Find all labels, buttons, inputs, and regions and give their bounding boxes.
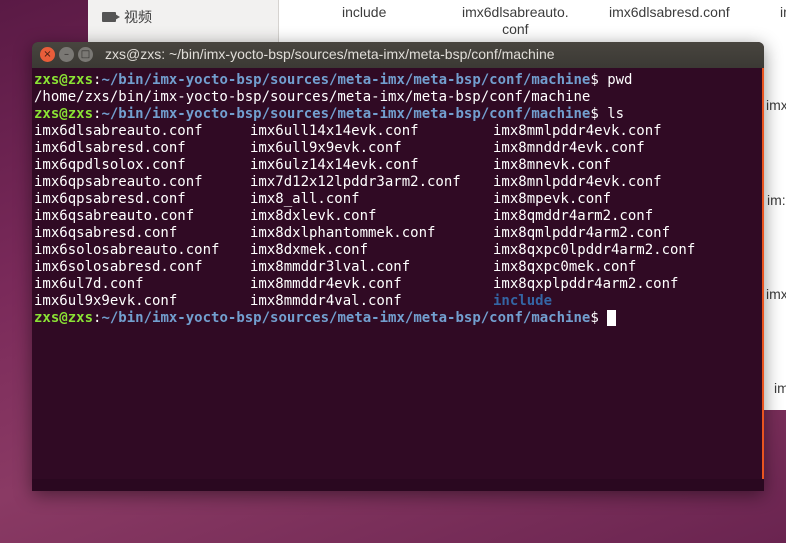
prompt-line: zxs@zxs:~/bin/imx-yocto-bsp/sources/meta… bbox=[34, 310, 760, 327]
file-entry: imx8mmddr4evk.conf bbox=[250, 276, 402, 292]
ls-row: imx6ul7d.conf imx8mmddr4evk.conf imx8qxplp… bbox=[34, 276, 760, 293]
ls-row: imx6ul9x9evk.conf imx8mmddr4val.conf inclu… bbox=[34, 293, 760, 310]
file-entry: imx6dlsabresd.conf bbox=[34, 140, 186, 156]
terminal-window[interactable]: × – □ zxs@zxs: ~/bin/imx-yocto-bsp/sourc… bbox=[32, 42, 764, 491]
file-item[interactable]: imx6dlsabresd.conf bbox=[609, 4, 730, 21]
sidebar-item-videos[interactable]: 视频 bbox=[102, 7, 152, 27]
ls-row: imx6dlsabreauto.conf imx6ull14x14evk.conf… bbox=[34, 123, 760, 140]
file-entry: imx7d12x12lpddr3arm2.conf bbox=[250, 174, 461, 190]
file-entry: imx8qxplpddr4arm2.conf bbox=[493, 276, 679, 292]
prompt-symbol: $ bbox=[590, 310, 599, 326]
ls-output: imx6dlsabreauto.conf imx6ull14x14evk.conf… bbox=[34, 123, 760, 310]
file-entry: imx8mmddr4val.conf bbox=[250, 293, 402, 309]
file-entry: imx8mnevk.conf bbox=[493, 157, 612, 173]
prompt-symbol: $ bbox=[590, 106, 599, 122]
file-entry: imx8mpevk.conf bbox=[493, 191, 612, 207]
file-entry: imx6qpdlsolox.conf bbox=[34, 157, 186, 173]
terminal-output[interactable]: zxs@zxs:~/bin/imx-yocto-bsp/sources/meta… bbox=[32, 68, 762, 479]
ls-row: imx6dlsabresd.conf imx6ull9x9evk.conf imx8… bbox=[34, 140, 760, 157]
video-icon bbox=[102, 12, 120, 22]
file-entry: imx8qxpc0lpddr4arm2.conf bbox=[493, 242, 696, 258]
file-item[interactable]: im bbox=[780, 4, 786, 21]
file-entry: imx6qpsabreauto.conf bbox=[34, 174, 203, 190]
file-entry: imx6ull14x14evk.conf bbox=[250, 123, 419, 139]
file-entry: imx8qmlpddr4arm2.conf bbox=[493, 225, 671, 241]
prompt-line: zxs@zxs:~/bin/imx-yocto-bsp/sources/meta… bbox=[34, 72, 760, 89]
terminal-bottom-edge bbox=[32, 479, 764, 491]
window-title: zxs@zxs: ~/bin/imx-yocto-bsp/sources/met… bbox=[105, 46, 555, 62]
file-item-include[interactable]: include bbox=[342, 4, 386, 21]
prompt-path: ~/bin/imx-yocto-bsp/sources/meta-imx/met… bbox=[101, 106, 591, 122]
file-name-continued: conf bbox=[502, 21, 529, 37]
prompt-symbol: $ bbox=[590, 72, 599, 88]
file-entry: imx8_all.conf bbox=[250, 191, 360, 207]
file-entry: imx6ulz14x14evk.conf bbox=[250, 157, 419, 173]
file-item[interactable]: imx bbox=[766, 286, 786, 303]
file-item[interactable]: imx6dlsabreauto. conf bbox=[462, 4, 569, 38]
command-text: ls bbox=[598, 106, 625, 122]
file-entry: imx6qsabresd.conf bbox=[34, 225, 178, 241]
sidebar-item-label: 视频 bbox=[124, 9, 152, 25]
file-name: imx6dlsabreauto. bbox=[462, 4, 569, 20]
ls-row: imx6qpsabreauto.conf imx7d12x12lpddr3arm2… bbox=[34, 174, 760, 191]
file-entry: imx6ull9x9evk.conf bbox=[250, 140, 402, 156]
file-item[interactable]: im bbox=[774, 380, 786, 397]
minimize-icon[interactable]: – bbox=[59, 47, 74, 62]
file-entry: imx8qxpc0mek.conf bbox=[493, 259, 637, 275]
command-text bbox=[599, 310, 607, 326]
prompt-path: ~/bin/imx-yocto-bsp/sources/meta-imx/met… bbox=[101, 310, 591, 326]
file-entry: imx8dxlevk.conf bbox=[250, 208, 377, 224]
scrollbar[interactable] bbox=[762, 68, 764, 479]
ls-row: imx6qpsabresd.conf imx8_all.conf imx8mpevk… bbox=[34, 191, 760, 208]
file-entry: imx6qpsabresd.conf bbox=[34, 191, 186, 207]
file-entry: imx8qmddr4arm2.conf bbox=[493, 208, 654, 224]
file-entry: imx6solosabreauto.conf bbox=[34, 242, 220, 258]
prompt-user: zxs@zxs bbox=[34, 310, 94, 326]
ls-row: imx6qsabresd.conf imx8dxlphantommek.conf i… bbox=[34, 225, 760, 242]
ls-row: imx6solosabresd.conf imx8mmddr3lval.conf i… bbox=[34, 259, 760, 276]
file-entry: imx8dxlphantommek.conf bbox=[250, 225, 436, 241]
command-text: pwd bbox=[598, 72, 633, 88]
close-icon[interactable]: × bbox=[40, 47, 55, 62]
prompt-user: zxs@zxs bbox=[34, 106, 94, 122]
ls-row: imx6qsabreauto.conf imx8dxlevk.conf imx8qm… bbox=[34, 208, 760, 225]
file-entry: imx8dxmek.conf bbox=[250, 242, 369, 258]
prompt-user: zxs@zxs bbox=[34, 72, 94, 88]
directory-entry: include bbox=[493, 293, 553, 309]
maximize-icon[interactable]: □ bbox=[78, 47, 93, 62]
text-cursor bbox=[607, 310, 617, 326]
ls-row: imx6solosabreauto.conf imx8dxmek.conf imx8… bbox=[34, 242, 760, 259]
output-line: /home/zxs/bin/imx-yocto-bsp/sources/meta… bbox=[34, 89, 591, 105]
file-entry: imx6solosabresd.conf bbox=[34, 259, 203, 275]
file-entry: imx6ul7d.conf bbox=[34, 276, 144, 292]
ls-row: imx6qpdlsolox.conf imx6ulz14x14evk.conf im… bbox=[34, 157, 760, 174]
file-entry: imx6qsabreauto.conf bbox=[34, 208, 195, 224]
file-item[interactable]: im: bbox=[767, 192, 786, 209]
terminal-titlebar[interactable]: × – □ zxs@zxs: ~/bin/imx-yocto-bsp/sourc… bbox=[32, 42, 764, 68]
file-entry: imx8mmlpddr4evk.conf bbox=[493, 123, 662, 139]
file-entry: imx8mnddr4evk.conf bbox=[493, 140, 645, 156]
file-entry: imx8mnlpddr4evk.conf bbox=[493, 174, 662, 190]
file-entry: imx6ul9x9evk.conf bbox=[34, 293, 178, 309]
prompt-line: zxs@zxs:~/bin/imx-yocto-bsp/sources/meta… bbox=[34, 106, 760, 123]
file-entry: imx6dlsabreauto.conf bbox=[34, 123, 203, 139]
file-entry: imx8mmddr3lval.conf bbox=[250, 259, 411, 275]
file-item[interactable]: imx bbox=[766, 97, 786, 114]
prompt-path: ~/bin/imx-yocto-bsp/sources/meta-imx/met… bbox=[101, 72, 591, 88]
